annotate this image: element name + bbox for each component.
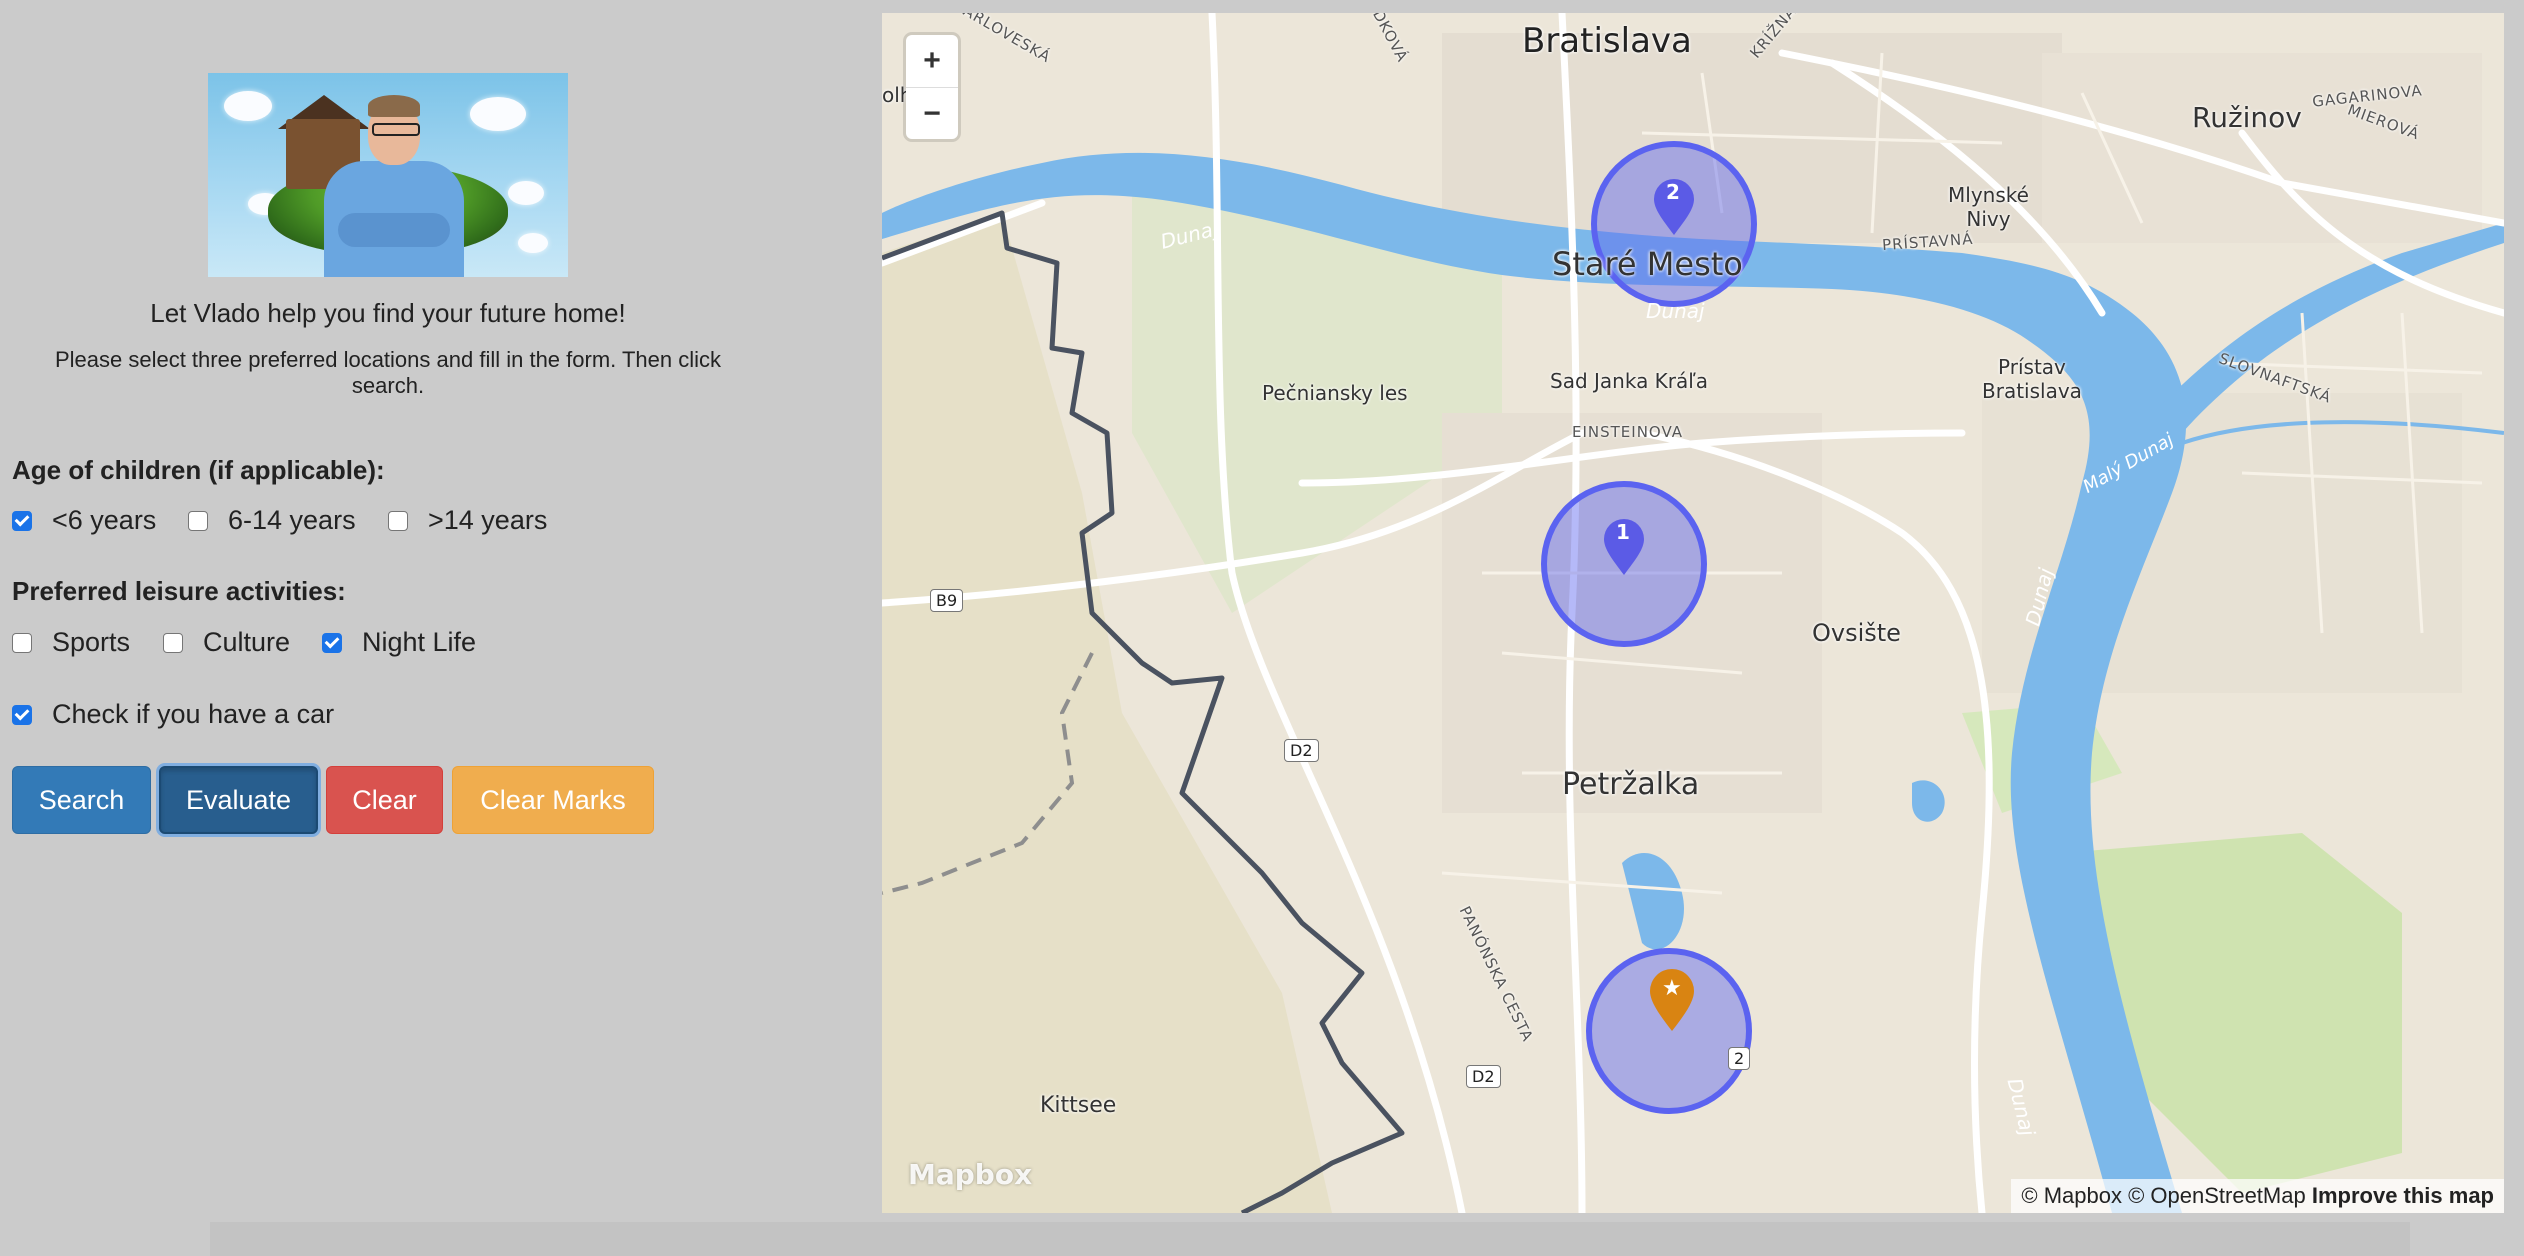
children-age-label: Age of children (if applicable): <box>12 455 385 485</box>
map-view[interactable]: 2 1 ★ Bratislava Ružinov Staré Mesto Pet… <box>882 13 2504 1213</box>
car-checkbox[interactable] <box>12 704 32 725</box>
sports-option[interactable]: Sports <box>12 627 130 658</box>
page-footer-strip <box>210 1222 2410 1256</box>
marker-2-label[interactable]: 2 <box>1666 180 1680 204</box>
children-under-6-label: <6 years <box>52 505 157 535</box>
map-attribution: © Mapbox © OpenStreetMap Improve this ma… <box>2011 1179 2504 1213</box>
map-label-stare-mesto: Staré Mesto <box>1552 245 1743 283</box>
car-option[interactable]: Check if you have a car <box>12 699 334 730</box>
clear-button[interactable]: Clear <box>326 766 443 834</box>
clear-marks-button[interactable]: Clear Marks <box>452 766 654 834</box>
map-label-petrzalka: Petržalka <box>1562 767 1700 802</box>
children-under-6-checkbox[interactable] <box>12 510 32 531</box>
map-label-dunaj-2: Dunaj <box>1646 299 1705 323</box>
children-over-14-checkbox[interactable] <box>388 510 408 531</box>
intro-title: Let Vlado help you find your future home… <box>150 298 626 328</box>
search-button[interactable]: Search <box>12 766 151 834</box>
children-under-6-option[interactable]: <6 years <box>12 505 156 536</box>
culture-label: Culture <box>203 627 291 657</box>
children-6-14-option[interactable]: 6-14 years <box>188 505 356 536</box>
car-label: Check if you have a car <box>52 699 335 729</box>
intro-instructions: Please select three preferred locations … <box>54 347 722 398</box>
map-label-bratislava: Bratislava <box>1522 21 1692 61</box>
map-label-sad-janka-krala: Sad Janka Kráľa <box>1550 369 1709 393</box>
evaluate-button[interactable]: Evaluate <box>159 766 318 834</box>
marker-1-label[interactable]: 1 <box>1616 520 1630 544</box>
culture-option[interactable]: Culture <box>163 627 290 658</box>
mapbox-logo[interactable]: Mapbox <box>908 1158 1032 1191</box>
zoom-out-button[interactable]: − <box>906 88 958 140</box>
map-label-pecniansky-les: Pečniansky les <box>1262 381 1408 405</box>
sports-label: Sports <box>52 627 131 657</box>
map-label-ovsiste: Ovsište <box>1812 619 1901 647</box>
road-badge-b9: B9 <box>930 589 964 612</box>
road-badge-d2-south: D2 <box>1466 1065 1501 1088</box>
map-label-mlynske-nivy: Mlynské Nivy <box>1948 183 2029 231</box>
map-label-einsteinova: EINSTEINOVA <box>1572 423 1684 441</box>
zoom-in-button[interactable]: + <box>906 35 958 88</box>
road-badge-2: 2 <box>1728 1047 1751 1070</box>
map-label-kittsee: Kittsee <box>1040 1093 1117 1118</box>
children-6-14-checkbox[interactable] <box>188 510 208 531</box>
map-label-ruzinov: Ružinov <box>2192 101 2302 134</box>
culture-checkbox[interactable] <box>163 632 183 653</box>
zoom-control: + − <box>906 35 958 139</box>
marker-home-label[interactable]: ★ <box>1662 976 1682 1001</box>
night-life-checkbox[interactable] <box>322 632 342 653</box>
children-over-14-option[interactable]: >14 years <box>388 505 547 536</box>
improve-map-link[interactable]: Improve this map <box>2312 1183 2494 1208</box>
night-life-option[interactable]: Night Life <box>322 627 476 658</box>
children-6-14-label: 6-14 years <box>228 505 356 535</box>
sports-checkbox[interactable] <box>12 632 32 653</box>
attribution-text[interactable]: © Mapbox © OpenStreetMap <box>2021 1183 2305 1208</box>
map-base-layer <box>882 13 2504 1213</box>
map-label-pristav-bratislava: Prístav Bratislava <box>1982 355 2082 403</box>
hero-image <box>208 73 568 277</box>
left-panel: Let Vlado help you find your future home… <box>0 0 880 1256</box>
road-badge-d2-north: D2 <box>1284 739 1319 762</box>
children-over-14-label: >14 years <box>428 505 548 535</box>
leisure-label: Preferred leisure activities: <box>12 576 346 606</box>
night-life-label: Night Life <box>362 627 477 657</box>
